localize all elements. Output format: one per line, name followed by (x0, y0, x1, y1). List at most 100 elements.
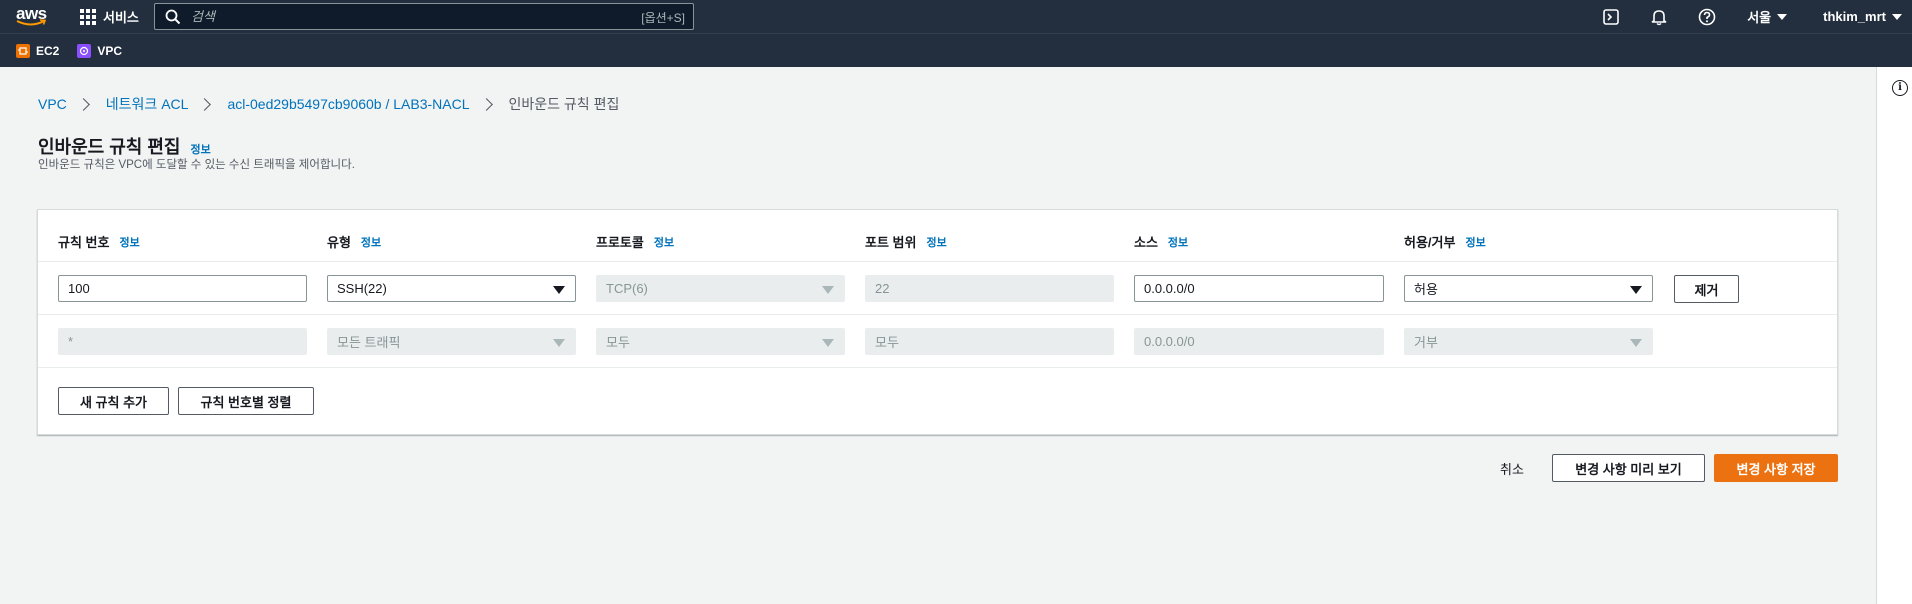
favorite-label: VPC (97, 43, 123, 58)
info-link[interactable]: 정보 (654, 234, 674, 250)
favorite-vpc[interactable]: VPC (77, 43, 123, 58)
header-port-range: 포트 범위 정보 (865, 232, 947, 251)
header-type: 유형 정보 (327, 232, 381, 251)
rule-number-input[interactable]: 100 (58, 275, 307, 302)
chevron-right-icon (198, 97, 212, 111)
field-value: 22 (875, 281, 890, 296)
dropdown-arrow-icon (553, 339, 565, 347)
rules-panel: 규칙 번호 정보 유형 정보 프로토콜 정보 포트 범위 정보 소스 정보 허용… (37, 209, 1838, 435)
favorite-ec2[interactable]: EC2 (16, 43, 60, 58)
field-value: 모두 (606, 335, 630, 350)
caret-down-icon (1892, 13, 1902, 20)
nav-right-group: 서울 thkim_mrt (1587, 0, 1902, 33)
breadcrumb-acl-link[interactable]: acl-0ed29b5497cb9060b / LAB3-NACL (227, 96, 469, 112)
field-value: 0.0.0.0/0 (1144, 334, 1195, 349)
breadcrumb-vpc-link[interactable]: VPC (38, 96, 67, 112)
rule-number-input: * (58, 328, 307, 355)
dropdown-arrow-icon (822, 339, 834, 347)
button-label: 새 규칙 추가 (79, 394, 148, 410)
header-label: 프로토콜 (596, 235, 644, 250)
info-panel-icon[interactable]: i (1892, 80, 1908, 96)
services-label: 서비스 (103, 10, 139, 25)
row-divider (38, 367, 1837, 368)
grid-icon (80, 8, 96, 25)
field-value: SSH(22) (337, 281, 387, 296)
port-range-input: 모두 (865, 328, 1114, 355)
button-label: 제거 (1694, 282, 1719, 298)
type-select: 모든 트래픽 (327, 328, 576, 355)
favorites-bar: EC2 VPC (0, 33, 1912, 67)
account-label: thkim_mrt (1823, 9, 1886, 24)
info-link[interactable]: 정보 (1465, 234, 1485, 250)
info-link[interactable]: 정보 (926, 234, 946, 250)
allow-deny-select[interactable]: 허용 (1404, 275, 1653, 302)
search-box[interactable]: [옵션+S] (154, 3, 694, 30)
dropdown-arrow-icon (553, 286, 565, 294)
field-value: 0.0.0.0/0 (1144, 281, 1195, 296)
cloudshell-icon[interactable] (1601, 7, 1621, 27)
search-shortcut-hint: [옵션+S] (641, 11, 685, 25)
type-select[interactable]: SSH(22) (327, 275, 576, 302)
field-value: * (68, 334, 74, 349)
allow-deny-select: 거부 (1404, 328, 1653, 355)
info-link[interactable]: 정보 (119, 234, 139, 250)
info-link[interactable]: 정보 (361, 234, 381, 250)
ec2-icon (16, 43, 30, 58)
sort-by-rule-number-button[interactable]: 규칙 번호별 정렬 (178, 387, 314, 415)
button-label: 규칙 번호별 정렬 (200, 394, 292, 410)
account-menu[interactable]: thkim_mrt (1823, 9, 1902, 24)
source-input[interactable]: 0.0.0.0/0 (1134, 275, 1384, 302)
field-value: 거부 (1414, 335, 1438, 350)
search-input[interactable] (191, 9, 611, 24)
preview-changes-button[interactable]: 변경 사항 미리 보기 (1552, 454, 1705, 482)
caret-down-icon (1777, 13, 1788, 20)
page-description: 인바운드 규칙은 VPC에 도달할 수 있는 수신 트래픽을 제어합니다. (38, 159, 355, 171)
notifications-bell-icon[interactable] (1649, 7, 1669, 27)
remove-rule-button[interactable]: 제거 (1674, 275, 1739, 303)
source-input: 0.0.0.0/0 (1134, 328, 1384, 355)
row-divider (38, 314, 1837, 315)
aws-logo[interactable]: aws (16, 5, 48, 29)
header-label: 유형 (327, 235, 351, 250)
field-value: 100 (68, 281, 90, 296)
field-value: 허용 (1414, 282, 1438, 297)
protocol-select: TCP(6) (596, 275, 845, 302)
row-divider (38, 261, 1837, 262)
save-changes-button[interactable]: 변경 사항 저장 (1714, 454, 1838, 482)
header-source: 소스 정보 (1134, 232, 1188, 251)
cancel-button[interactable]: 취소 (1490, 454, 1534, 482)
header-allow-deny: 허용/거부 정보 (1404, 232, 1486, 251)
vpc-icon (77, 43, 92, 58)
region-selector[interactable]: 서울 (1747, 7, 1788, 26)
tools-rail: i (1876, 67, 1912, 604)
favorite-label: EC2 (36, 43, 60, 58)
dropdown-arrow-icon (1630, 286, 1642, 294)
services-menu-button[interactable]: 서비스 (80, 0, 139, 33)
breadcrumb-network-acl-link[interactable]: 네트워크 ACL (106, 94, 189, 114)
page-info-link[interactable]: 정보 (190, 141, 210, 157)
port-range-input: 22 (865, 275, 1114, 302)
protocol-select: 모두 (596, 328, 845, 355)
field-value: TCP(6) (606, 281, 648, 296)
search-icon (165, 9, 181, 24)
header-label: 소스 (1134, 235, 1158, 250)
dropdown-arrow-icon (822, 286, 834, 294)
button-label: 변경 사항 저장 (1736, 461, 1816, 477)
info-link[interactable]: 정보 (1168, 234, 1188, 250)
dropdown-arrow-icon (1630, 339, 1642, 347)
top-navigation: aws 서비스 [옵션+S] 서울 t (0, 0, 1912, 33)
header-rule-number: 규칙 번호 정보 (58, 232, 140, 251)
header-label: 규칙 번호 (58, 235, 110, 250)
field-value: 모두 (875, 335, 899, 350)
header-protocol: 프로토콜 정보 (596, 232, 674, 251)
button-label: 변경 사항 미리 보기 (1575, 461, 1682, 477)
chevron-right-icon (479, 97, 493, 111)
button-label: 취소 (1500, 461, 1524, 477)
field-value: 모든 트래픽 (337, 335, 401, 350)
breadcrumb-current: 인바운드 규칙 편집 (508, 96, 620, 112)
header-label: 허용/거부 (1404, 235, 1456, 250)
aws-smile-icon (16, 19, 46, 26)
add-rule-button[interactable]: 새 규칙 추가 (58, 387, 169, 415)
help-icon[interactable] (1697, 7, 1717, 27)
region-label: 서울 (1747, 10, 1772, 25)
